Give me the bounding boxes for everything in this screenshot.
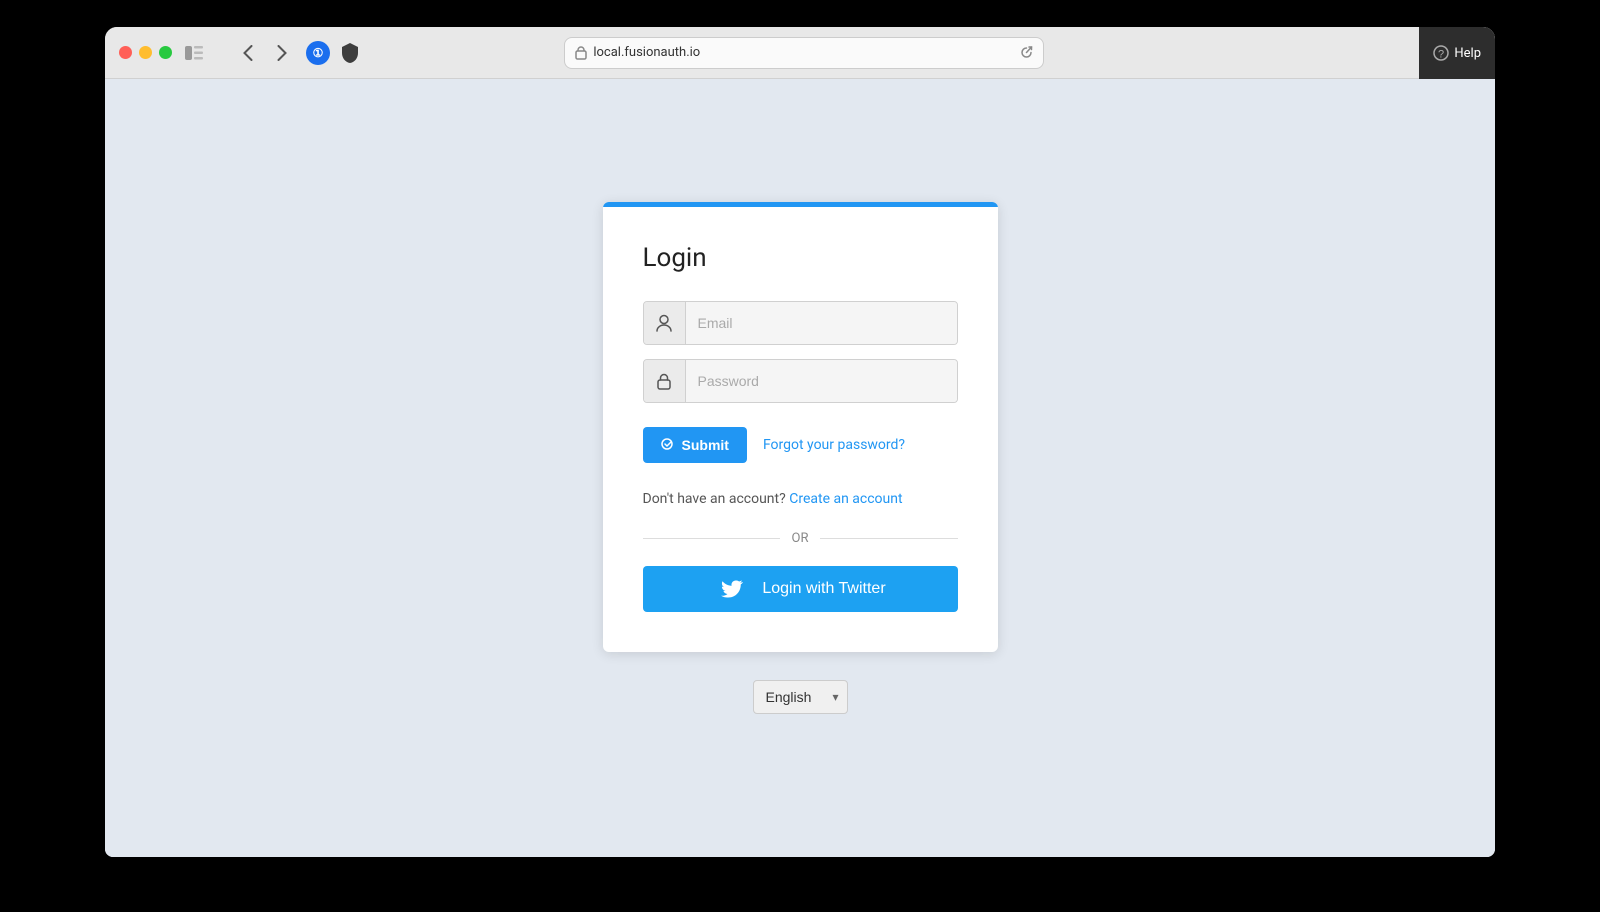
- minimize-button[interactable]: [139, 46, 152, 59]
- password-input-group: [643, 359, 958, 403]
- browser-window: ① local.fusionauth.io: [105, 27, 1495, 857]
- or-line-right: [820, 538, 957, 539]
- language-selector: English Spanish French German ▾: [753, 680, 848, 714]
- traffic-lights: [119, 46, 172, 59]
- nav-controls: [234, 39, 296, 67]
- page-title: Login: [643, 243, 958, 273]
- url-text: local.fusionauth.io: [593, 45, 700, 60]
- help-button[interactable]: ? Help: [1419, 27, 1495, 79]
- email-input[interactable]: [686, 302, 957, 344]
- language-select-wrap: English Spanish French German ▾: [753, 680, 848, 714]
- address-bar-wrap: local.fusionauth.io: [564, 37, 1044, 69]
- register-prompt: Don't have an account? Create an account: [643, 491, 958, 507]
- help-label: Help: [1454, 46, 1481, 61]
- user-icon: [644, 302, 686, 344]
- or-line-left: [643, 538, 780, 539]
- create-account-link[interactable]: Create an account: [789, 491, 902, 507]
- back-button[interactable]: [234, 39, 262, 67]
- or-text: OR: [792, 531, 809, 546]
- close-button[interactable]: [119, 46, 132, 59]
- login-card: Login: [603, 202, 998, 652]
- language-dropdown[interactable]: English Spanish French German: [753, 680, 848, 714]
- submit-row: Submit Forgot your password?: [643, 427, 958, 463]
- password-input[interactable]: [686, 360, 957, 402]
- svg-text:?: ?: [1438, 49, 1444, 61]
- address-bar[interactable]: local.fusionauth.io: [564, 37, 1044, 69]
- twitter-icon: [714, 566, 750, 612]
- browser-titlebar: ① local.fusionauth.io: [105, 27, 1495, 79]
- shield-icon[interactable]: [338, 41, 362, 65]
- email-input-group: [643, 301, 958, 345]
- twitter-button-label: Login with Twitter: [762, 580, 885, 598]
- extension-icons: ①: [306, 41, 362, 65]
- maximize-button[interactable]: [159, 46, 172, 59]
- or-divider: OR: [643, 531, 958, 546]
- forgot-password-link[interactable]: Forgot your password?: [763, 437, 905, 453]
- forward-button[interactable]: [268, 39, 296, 67]
- submit-button[interactable]: Submit: [643, 427, 747, 463]
- page-content: Login: [105, 79, 1495, 857]
- sidebar-toggle-icon[interactable]: [182, 41, 206, 65]
- 1password-icon[interactable]: ①: [306, 41, 330, 65]
- lock-icon: [644, 360, 686, 402]
- twitter-login-button[interactable]: Login with Twitter: [643, 566, 958, 612]
- card-body: Login: [603, 207, 998, 652]
